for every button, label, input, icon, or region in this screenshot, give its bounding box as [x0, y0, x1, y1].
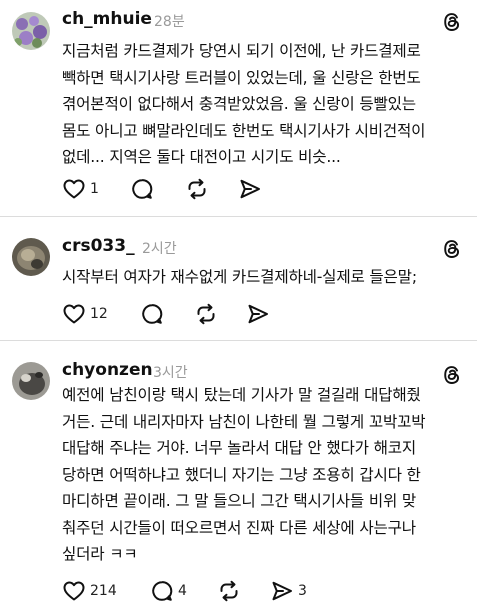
post-text: 시작부터 여자가 재수없게 카드결제하네-실제로 들은말;: [62, 268, 417, 286]
avatar[interactable]: [12, 12, 50, 50]
heart-icon: [62, 302, 86, 326]
username[interactable]: crs033_: [62, 236, 135, 256]
repost-button[interactable]: [185, 176, 209, 202]
threads-logo-icon[interactable]: [441, 11, 463, 33]
action-bar: 1: [62, 176, 442, 202]
post-3: chyonzen 3시간 예전에 남친이랑 택시 탔는데 기사가 말 걸길래 대…: [0, 340, 477, 614]
comment-icon: [150, 579, 174, 603]
reply-button[interactable]: [130, 176, 154, 202]
action-bar: 12: [62, 301, 442, 327]
like-count: 214: [90, 583, 117, 599]
repost-icon: [185, 177, 209, 201]
comment-icon: [130, 177, 154, 201]
repost-button[interactable]: [217, 578, 241, 604]
action-bar: 214 4 3: [62, 578, 442, 604]
timestamp: 28분: [154, 14, 185, 30]
avatar[interactable]: [12, 362, 50, 400]
threads-logo-icon[interactable]: [441, 238, 463, 260]
timestamp: 2시간: [142, 241, 177, 257]
post-2: crs033_ 2시간 시작부터 여자가 재수없게 카드결제하네-실제로 들은말…: [0, 216, 477, 340]
like-button[interactable]: 1: [62, 176, 99, 202]
repost-icon: [217, 579, 241, 603]
send-icon: [238, 177, 262, 201]
share-button[interactable]: 3: [270, 578, 307, 604]
comment-icon: [140, 302, 164, 326]
share-button[interactable]: [238, 176, 262, 202]
like-count: 1: [90, 181, 99, 197]
like-count: 12: [90, 306, 108, 322]
send-icon: [270, 579, 294, 603]
reply-button[interactable]: [140, 301, 164, 327]
repost-icon: [194, 302, 218, 326]
avatar[interactable]: [12, 238, 50, 276]
share-button[interactable]: [246, 301, 270, 327]
like-button[interactable]: 214: [62, 578, 117, 604]
timestamp: 3시간: [153, 365, 188, 381]
reply-button[interactable]: 4: [150, 578, 187, 604]
username[interactable]: chyonzen: [62, 360, 153, 380]
share-count: 3: [298, 583, 307, 599]
heart-icon: [62, 579, 86, 603]
heart-icon: [62, 177, 86, 201]
post-text: 예전에 남친이랑 택시 탔는데 기사가 말 걸길래 대답해줬 거든. 근데 내리…: [62, 386, 426, 563]
username[interactable]: ch_mhuie: [62, 9, 152, 29]
reply-count: 4: [178, 583, 187, 599]
like-button[interactable]: 12: [62, 301, 108, 327]
post-text: 지금처럼 카드결제가 당연시 되기 이전에, 난 카드결제로 빽하면 택시기사랑…: [62, 42, 426, 166]
send-icon: [246, 302, 270, 326]
repost-button[interactable]: [194, 301, 218, 327]
post-1: ch_mhuie 28분 지금처럼 카드결제가 당연시 되기 이전에, 난 카드…: [0, 0, 477, 212]
